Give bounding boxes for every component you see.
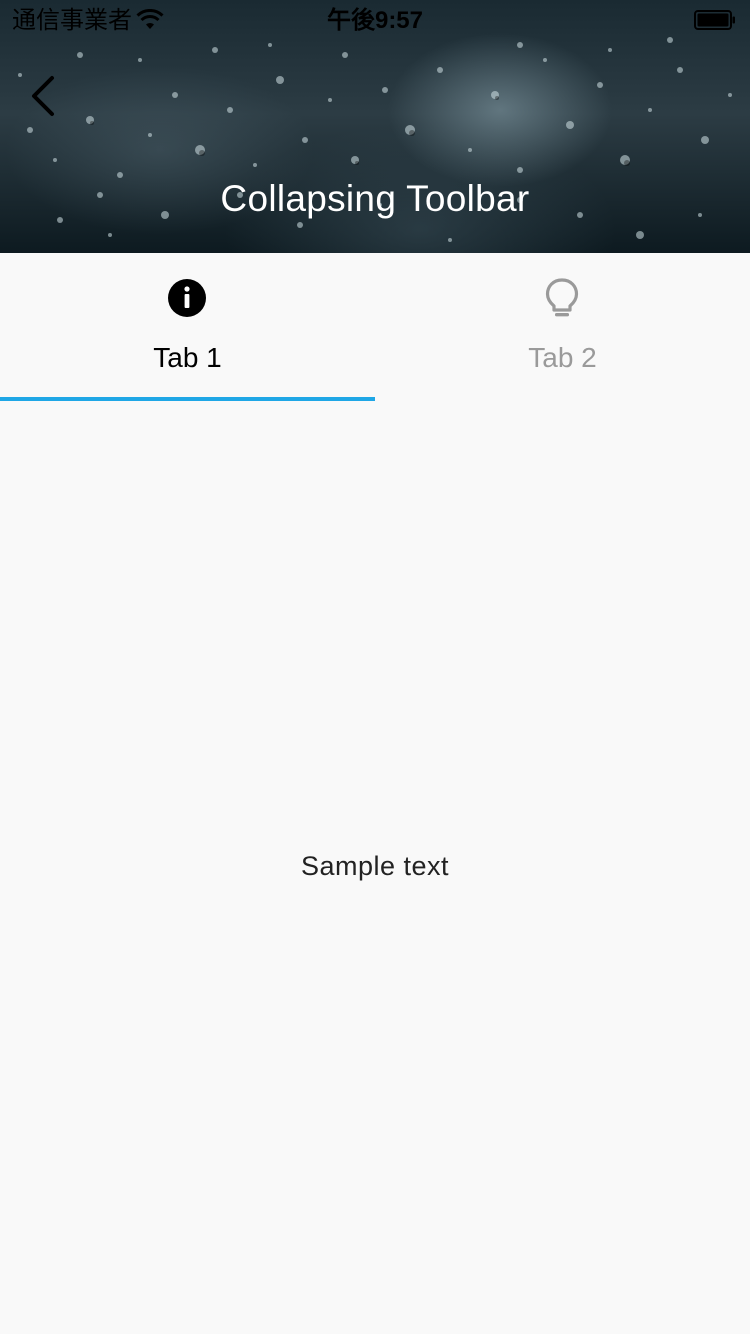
back-button[interactable]: [20, 72, 68, 120]
tab-1[interactable]: Tab 1: [0, 253, 375, 401]
status-bar: 通信事業者 午後9:57: [0, 0, 750, 40]
tab-1-label: Tab 1: [153, 342, 222, 373]
collapsing-toolbar-header: 通信事業者 午後9:57 Collapsing Toolbar: [0, 0, 750, 253]
lightbulb-icon: [545, 278, 579, 317]
tab-2[interactable]: Tab 2: [375, 253, 750, 401]
toolbar-title: Collapsing Toolbar: [220, 178, 530, 219]
chevron-left-icon: [32, 76, 54, 116]
battery-icon: [694, 10, 735, 30]
tab-bar: Tab 1 Tab 2: [0, 253, 750, 401]
sample-text: Sample text: [300, 851, 450, 881]
status-time: 午後9:57: [326, 7, 424, 34]
app-screen: 通信事業者 午後9:57 Collapsing Toolbar Tab 1 Ta…: [0, 0, 750, 1334]
info-icon: [168, 279, 206, 317]
tab-content: Sample text: [0, 401, 750, 1334]
tab-2-label: Tab 2: [528, 342, 597, 373]
